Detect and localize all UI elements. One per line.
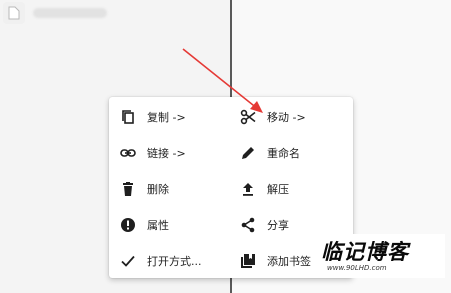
menu-item-move[interactable]: 移动 -> bbox=[239, 103, 347, 131]
watermark-url: www.90LHD.com bbox=[327, 264, 387, 272]
menu-item-label: 删除 bbox=[147, 183, 169, 196]
upload-icon bbox=[239, 180, 257, 198]
menu-item-copy[interactable]: 复制 -> bbox=[119, 103, 229, 131]
file-name-blurred bbox=[33, 8, 107, 18]
menu-item-label: 复制 -> bbox=[147, 111, 186, 124]
menu-item-label: 重命名 bbox=[267, 147, 300, 160]
watermark-title: 临记博客 bbox=[321, 240, 409, 264]
scissors-icon bbox=[239, 108, 257, 126]
file-icon bbox=[3, 2, 25, 24]
watermark: 临记博客 www.90LHD.com bbox=[315, 234, 445, 278]
menu-item-rename[interactable]: 重命名 bbox=[239, 139, 347, 167]
pencil-icon bbox=[239, 144, 257, 162]
link-icon bbox=[119, 144, 137, 162]
menu-item-delete[interactable]: 删除 bbox=[119, 175, 229, 203]
screenshot-stage: 复制 -> 移动 -> 链接 -> 重命名 删除 解压 属性 分享 打开方式..… bbox=[0, 0, 451, 293]
copy-icon bbox=[119, 108, 137, 126]
check-icon bbox=[119, 252, 137, 270]
menu-item-extract[interactable]: 解压 bbox=[239, 175, 347, 203]
menu-item-label: 分享 bbox=[267, 219, 289, 232]
menu-item-label: 链接 -> bbox=[147, 147, 186, 160]
info-icon bbox=[119, 216, 137, 234]
menu-item-label: 移动 -> bbox=[267, 111, 306, 124]
trash-icon bbox=[119, 180, 137, 198]
menu-item-label: 打开方式... bbox=[147, 255, 202, 268]
share-icon bbox=[239, 216, 257, 234]
bookmark-icon bbox=[239, 252, 257, 270]
menu-item-open-with[interactable]: 打开方式... bbox=[119, 247, 229, 275]
menu-item-link[interactable]: 链接 -> bbox=[119, 139, 229, 167]
menu-item-label: 属性 bbox=[147, 219, 169, 232]
menu-item-label: 添加书签 bbox=[267, 255, 311, 268]
file-list-item[interactable] bbox=[3, 0, 115, 26]
menu-item-label: 解压 bbox=[267, 183, 289, 196]
menu-item-properties[interactable]: 属性 bbox=[119, 211, 229, 239]
